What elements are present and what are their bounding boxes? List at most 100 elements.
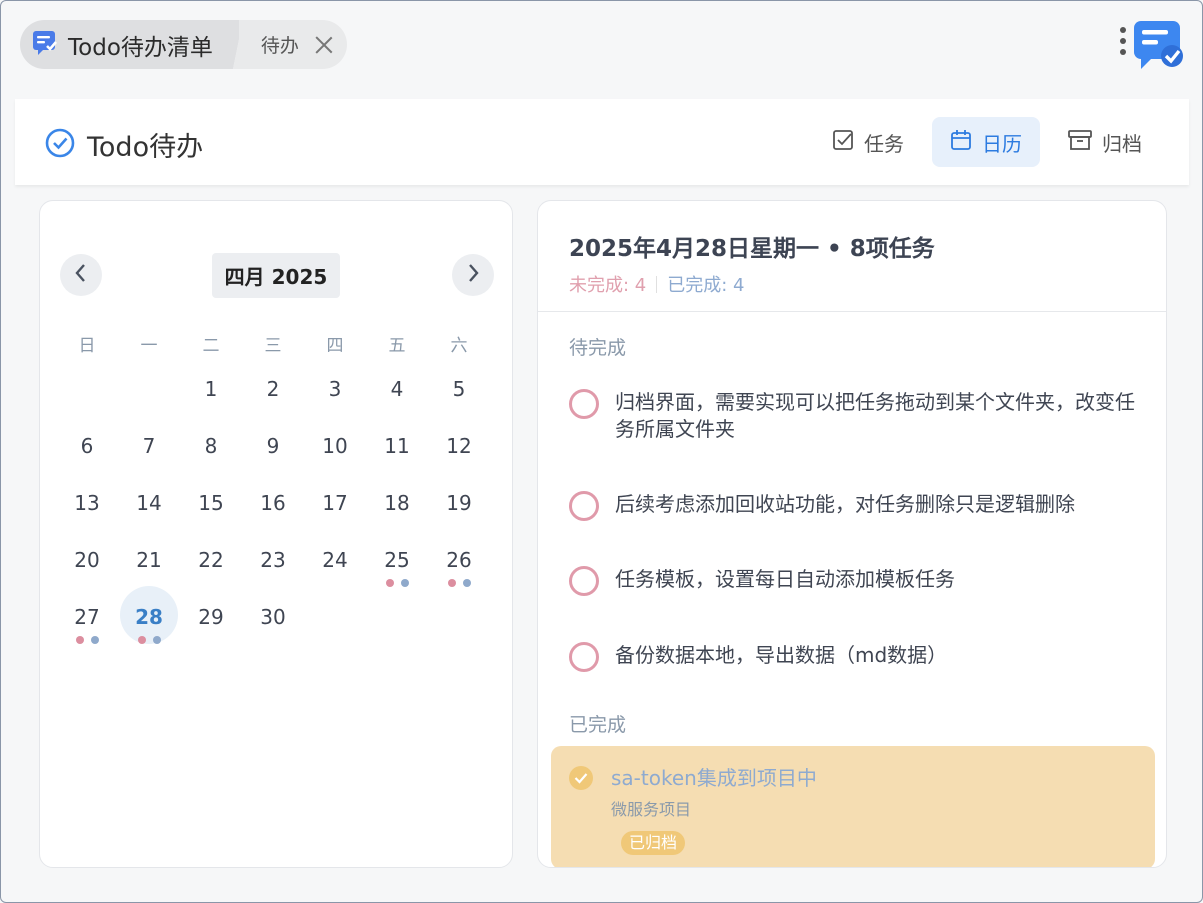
calendar-day[interactable]: 15 <box>180 485 242 542</box>
calendar-day[interactable]: 20 <box>56 542 118 599</box>
day-number: 30 <box>260 605 286 629</box>
tab-tasks[interactable]: 任务 <box>814 117 922 167</box>
more-menu-icon[interactable] <box>1118 27 1128 63</box>
calendar-day[interactable]: 30 <box>242 599 304 656</box>
pending-task[interactable]: 后续考虑添加回收站功能，对任务删除只是逻辑删除 <box>569 491 1139 521</box>
done-count: 已完成: 4 <box>667 275 745 296</box>
calendar-day[interactable]: 2 <box>242 371 304 428</box>
weekday-label: 四 <box>326 336 344 356</box>
task-indicator-dots <box>428 579 490 587</box>
tab-tasks-label: 任务 <box>864 131 904 156</box>
day-number: 23 <box>260 548 286 572</box>
month-label[interactable]: 四月 2025 <box>212 253 340 298</box>
calendar-day[interactable]: 16 <box>242 485 304 542</box>
checkbox-icon <box>832 129 854 156</box>
pending-task[interactable]: 任务模板，设置每日自动添加模板任务 <box>569 566 1139 596</box>
calendar-day[interactable]: 5 <box>428 371 490 428</box>
calendar-day[interactable]: 18 <box>366 485 428 542</box>
calendar-day[interactable]: 24 <box>304 542 366 599</box>
calendar-day[interactable]: 10 <box>304 428 366 485</box>
calendar-day[interactable]: 11 <box>366 428 428 485</box>
done-dot <box>462 579 471 587</box>
day-number: 17 <box>322 491 348 515</box>
complete-toggle[interactable] <box>569 389 599 419</box>
day-number: 6 <box>80 434 94 458</box>
calendar-day[interactable]: 14 <box>118 485 180 542</box>
calendar-day-selected[interactable]: 28 <box>118 586 180 656</box>
day-number: 10 <box>322 434 348 458</box>
tab-pending-label: 待办 <box>260 35 299 57</box>
day-number: 14 <box>136 491 162 515</box>
day-number: 25 <box>384 548 410 572</box>
pending-dot <box>137 636 146 644</box>
app-logo-icon <box>1132 19 1184 75</box>
pending-section-label: 待完成 <box>569 337 627 359</box>
task-folder: 微服务项目 <box>611 800 692 819</box>
complete-toggle[interactable] <box>569 642 599 672</box>
weekday-label: 日 <box>78 336 96 356</box>
breadcrumb: Todo待办清单 待办 <box>20 20 347 70</box>
pending-task[interactable]: 归档界面，需要实现可以把任务拖动到某个文件夹，改变任务所属文件夹 <box>569 389 1139 443</box>
done-section-label: 已完成 <box>569 714 627 736</box>
calendar-day[interactable]: 27 <box>56 599 118 656</box>
complete-toggle[interactable] <box>569 491 599 521</box>
calendar-day[interactable]: 17 <box>304 485 366 542</box>
archived-badge: 已归档 <box>621 831 686 855</box>
calendar-day[interactable]: 25 <box>366 542 428 599</box>
close-icon[interactable] <box>313 34 335 56</box>
task-text: 备份数据本地，导出数据（md数据） <box>615 643 948 667</box>
day-number: 27 <box>74 605 100 629</box>
tab-archive-label: 归档 <box>1102 131 1142 156</box>
calendar-day[interactable]: 23 <box>242 542 304 599</box>
day-number: 15 <box>198 491 224 515</box>
calendar-day[interactable]: 22 <box>180 542 242 599</box>
tab-calendar-label: 日历 <box>982 131 1022 156</box>
calendar-day[interactable]: 4 <box>366 371 428 428</box>
calendar-day[interactable]: 9 <box>242 428 304 485</box>
tab-pending[interactable]: 待办 <box>232 20 347 69</box>
calendar-day[interactable]: 3 <box>304 371 366 428</box>
calendar-day[interactable]: 1 <box>180 371 242 428</box>
task-text: 后续考虑添加回收站功能，对任务删除只是逻辑删除 <box>615 492 1075 516</box>
day-number: 5 <box>452 377 466 401</box>
day-number: 29 <box>198 605 224 629</box>
selected-date-title: 2025年4月28日星期一 • 8项任务 <box>569 236 935 262</box>
calendar-day[interactable]: 8 <box>180 428 242 485</box>
task-text: sa-token集成到项目中 <box>611 766 817 790</box>
chevron-left-icon <box>73 263 89 287</box>
task-stats: 未完成: 4 已完成: 4 <box>569 271 935 297</box>
calendar-day[interactable]: 7 <box>118 428 180 485</box>
calendar-day[interactable]: 6 <box>56 428 118 485</box>
completed-task[interactable]: sa-token集成到项目中 微服务项目 已归档 <box>551 746 1155 867</box>
calendar-day[interactable]: 13 <box>56 485 118 542</box>
chevron-right-icon <box>465 263 481 287</box>
complete-toggle[interactable] <box>569 566 599 596</box>
checkmark-icon[interactable] <box>569 766 593 790</box>
day-number: 11 <box>384 434 410 458</box>
pending-task[interactable]: 备份数据本地，导出数据（md数据） <box>569 642 1139 672</box>
day-number: 19 <box>446 491 472 515</box>
prev-month-button[interactable] <box>60 254 102 296</box>
calendar-day[interactable]: 26 <box>428 542 490 599</box>
calendar-day[interactable]: 19 <box>428 485 490 542</box>
tab-todo-list[interactable]: Todo待办清单 <box>20 20 243 69</box>
archive-icon <box>1068 129 1092 156</box>
pending-dot <box>447 579 456 587</box>
page-header: Todo待办 任务 日历 归档 <box>15 99 1189 185</box>
done-dot <box>152 636 161 644</box>
tab-calendar[interactable]: 日历 <box>932 117 1040 167</box>
stats-divider <box>656 275 658 293</box>
task-text: 归档界面，需要实现可以把任务拖动到某个文件夹，改变任务所属文件夹 <box>615 390 1135 441</box>
day-number: 1 <box>204 377 218 401</box>
day-number: 4 <box>390 377 404 401</box>
calendar-day[interactable]: 12 <box>428 428 490 485</box>
weekday-label: 六 <box>450 336 468 356</box>
done-dot <box>400 579 409 587</box>
header-divider <box>538 311 1166 312</box>
next-month-button[interactable] <box>452 254 494 296</box>
page-title: Todo待办 <box>45 125 203 164</box>
day-number: 18 <box>384 491 410 515</box>
day-number: 8 <box>204 434 218 458</box>
tab-archive[interactable]: 归档 <box>1050 117 1160 167</box>
calendar-day[interactable]: 29 <box>180 599 242 656</box>
